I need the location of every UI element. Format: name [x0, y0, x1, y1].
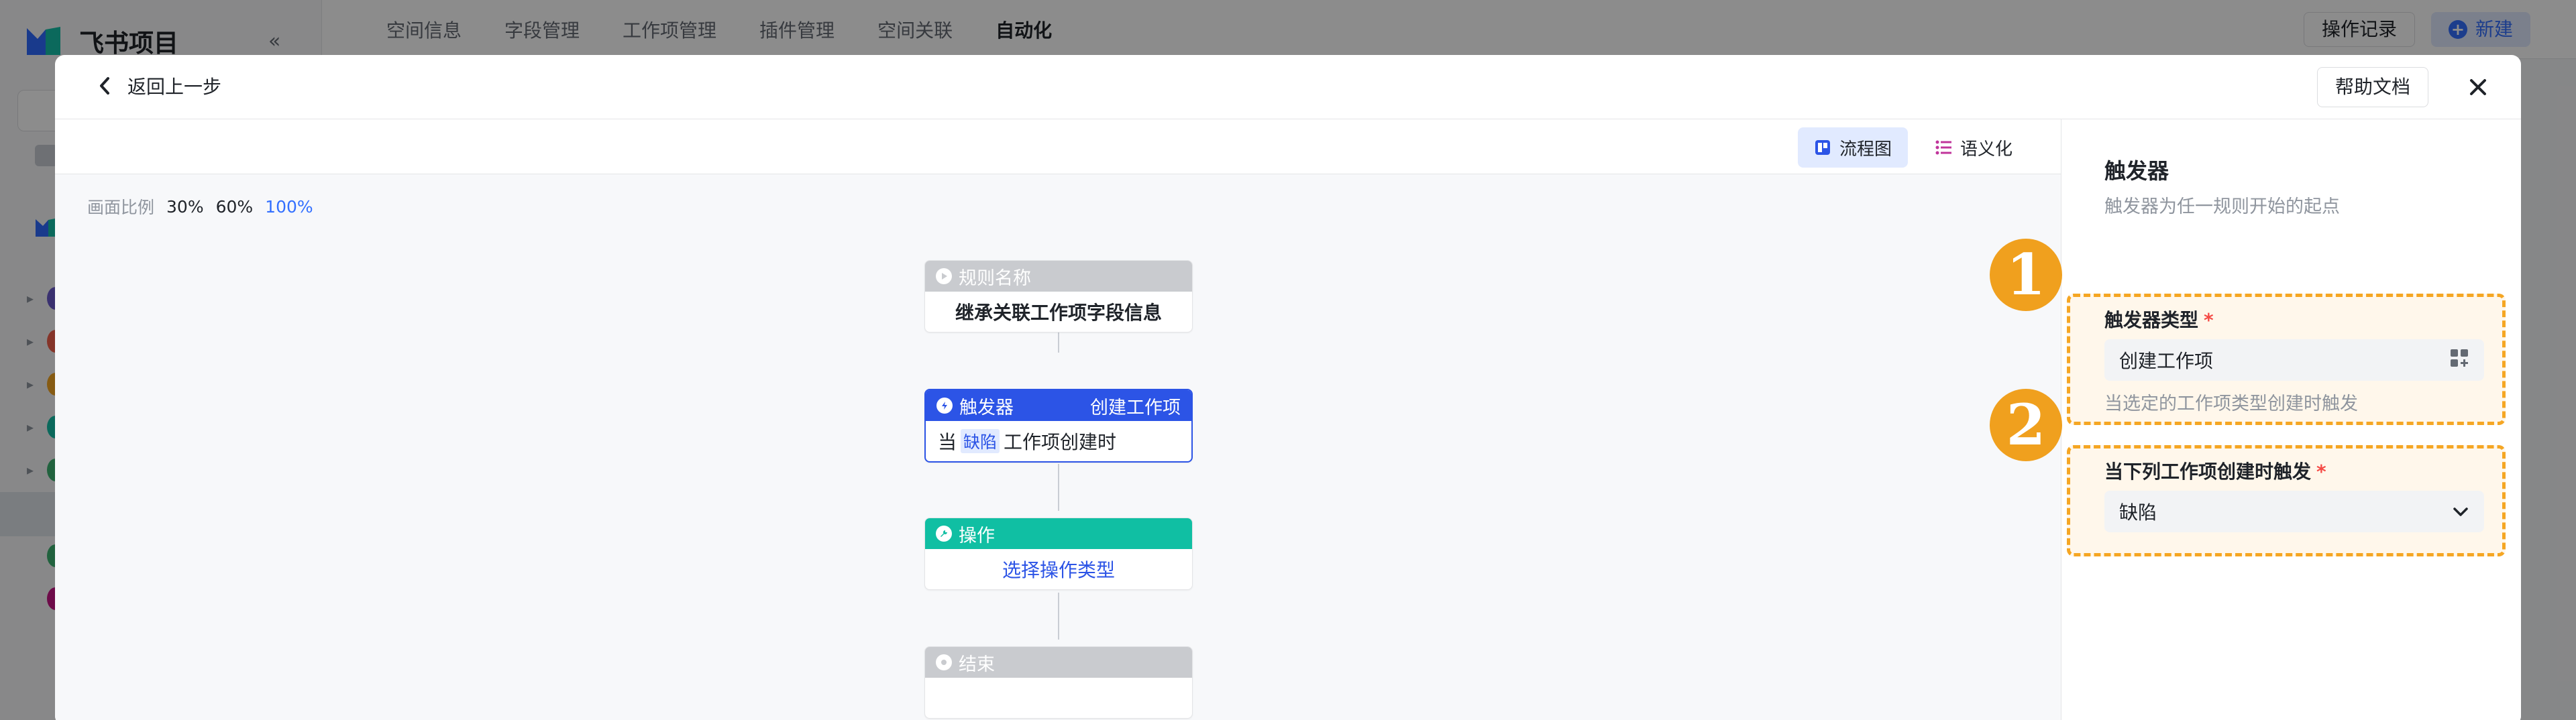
- help-docs-button[interactable]: 帮助文档: [2317, 67, 2429, 107]
- work-item-type-select[interactable]: 缺陷: [2104, 491, 2484, 532]
- lightning-icon: [936, 398, 953, 414]
- panel-description: 触发器为任一规则开始的起点: [2104, 196, 2340, 217]
- zoom-label: 画面比例: [87, 198, 155, 217]
- view-toggle: 流程图 语义化: [1797, 127, 2029, 168]
- trigger-settings-panel: 触发器 触发器为任一规则开始的起点 触发器类型 * 创建工作项 当选定的工作项类型…: [2061, 119, 2521, 720]
- semantic-view-button[interactable]: 语义化: [1919, 127, 2029, 168]
- trigger-node-body: 当 缺陷 工作项创建时: [926, 421, 1191, 461]
- rule-name-node-title: 规则名称: [959, 267, 1031, 289]
- chevron-down-icon: [2452, 501, 2469, 523]
- annotation-badge-2: 2: [1990, 389, 2062, 461]
- automation-rule-modal: 返回上一步 帮助文档 流程图 语义化 画面比例 30% 60% 100% 规则名…: [55, 55, 2521, 720]
- grid-add-icon: [2449, 348, 2469, 373]
- trigger-type-hint: 当选定的工作项类型创建时触发: [2104, 394, 2358, 414]
- back-button[interactable]: 返回上一步: [93, 72, 221, 99]
- flow-connector: [1058, 593, 1059, 640]
- stop-circle-icon: [936, 654, 952, 670]
- canvas-toolbar: 流程图 语义化: [55, 119, 2061, 174]
- wrench-icon: [936, 526, 952, 542]
- zoom-bar: 画面比例 30% 60% 100%: [87, 194, 313, 219]
- annotation-badge-1: 1: [1990, 239, 2062, 311]
- end-node-header: 结束: [925, 647, 1192, 678]
- action-node-title: 操作: [959, 525, 995, 546]
- semantic-view-label: 语义化: [1960, 139, 2012, 160]
- rule-name-value: 继承关联工作项字段信息: [955, 302, 1162, 324]
- rule-name-node-header: 规则名称: [925, 261, 1192, 292]
- panel-title: 触发器: [2104, 158, 2169, 184]
- back-label: 返回上一步: [127, 76, 222, 98]
- close-icon[interactable]: [2463, 72, 2493, 102]
- flow-connector: [1058, 464, 1059, 511]
- trigger-node-title: 触发器: [959, 397, 1014, 418]
- trigger-type-value: 创建工作项: [2119, 350, 2214, 372]
- select-action-type-link[interactable]: 选择操作类型: [925, 549, 1192, 589]
- list-icon: [1935, 140, 1951, 155]
- required-mark: *: [2316, 461, 2326, 483]
- required-mark: *: [2204, 309, 2214, 331]
- modal-header: 返回上一步 帮助文档: [55, 55, 2521, 119]
- zoom-30[interactable]: 30%: [166, 197, 204, 217]
- end-node-body: [925, 678, 1192, 718]
- flowchart-icon: [1815, 140, 1830, 155]
- work-item-type-value: 缺陷: [2119, 501, 2157, 524]
- action-node[interactable]: 操作 选择操作类型: [924, 518, 1193, 590]
- work-item-type-tag: 缺陷: [961, 429, 1000, 453]
- trigger-node-header: 触发器 创建工作项: [926, 390, 1191, 421]
- action-node-header: 操作: [925, 518, 1192, 549]
- trigger-type-select[interactable]: 创建工作项: [2104, 339, 2484, 381]
- zoom-60[interactable]: 60%: [216, 197, 254, 217]
- play-icon: [936, 268, 952, 284]
- chevron-left-icon: [93, 74, 117, 98]
- end-node-title: 结束: [959, 654, 995, 675]
- trigger-suffix: 工作项创建时: [1004, 431, 1117, 453]
- trigger-node-type: 创建工作项: [1090, 397, 1181, 418]
- flow-chart-view-button[interactable]: 流程图: [1797, 127, 1908, 168]
- when-created-label: 当下列工作项创建时触发 *: [2104, 461, 2326, 483]
- trigger-type-label: 触发器类型 *: [2104, 309, 2214, 331]
- rule-name-node[interactable]: 规则名称 继承关联工作项字段信息: [924, 260, 1193, 333]
- flow-canvas[interactable]: 流程图 语义化 画面比例 30% 60% 100% + + + 规则名称: [55, 119, 2061, 720]
- zoom-100[interactable]: 100%: [265, 197, 313, 217]
- flow-chart-view-label: 流程图: [1839, 139, 1892, 160]
- trigger-prefix: 当: [938, 431, 957, 453]
- trigger-node[interactable]: 触发器 创建工作项 当 缺陷 工作项创建时: [924, 389, 1193, 463]
- end-node[interactable]: 结束: [924, 646, 1193, 719]
